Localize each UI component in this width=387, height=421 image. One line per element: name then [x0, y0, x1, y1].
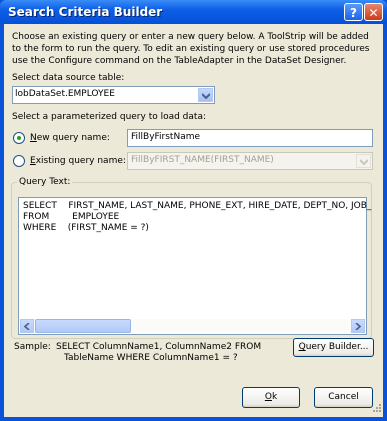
new-query-name-value: FillByFirstName — [131, 132, 201, 142]
ok-label: k — [271, 392, 278, 402]
query-line-2: FROM EMPLOYEE — [23, 212, 120, 222]
data-source-combo[interactable]: lobDataSet.EMPLOYEE — [12, 86, 215, 104]
query-builder-label: uery Builder... — [305, 342, 369, 352]
description-text: Choose an existing query or enter a new … — [12, 32, 370, 66]
help-icon[interactable]: ? — [344, 3, 363, 21]
resize-grip-icon[interactable] — [371, 402, 382, 416]
arrow-right-icon[interactable] — [351, 319, 365, 333]
query-builder-button[interactable]: Query Builder... — [293, 338, 374, 357]
data-source-label: Select data source table: — [12, 73, 125, 83]
chevron-down-icon[interactable] — [356, 154, 371, 168]
query-text-label: Query Text: — [17, 177, 73, 187]
new-query-label: New query name: — [30, 133, 110, 143]
query-line-1: SELECT FIRST_NAME, LAST_NAME, PHONE_EXT,… — [23, 201, 372, 211]
existing-query-value: FillByFIRST_NAME(FIRST_NAME) — [131, 155, 274, 165]
existing-query-radio[interactable] — [13, 155, 25, 167]
ok-button[interactable]: Ok — [242, 387, 300, 408]
arrow-left-icon[interactable] — [20, 319, 34, 333]
cancel-button[interactable]: Cancel — [314, 387, 373, 408]
new-query-label-mnemonic: N — [30, 133, 37, 143]
data-source-value: lobDataSet.EMPLOYEE — [15, 89, 115, 99]
query-builder-mnemonic: Q — [298, 342, 306, 352]
query-text-group: Query Text: SELECT FIRST_NAME, LAST_NAME… — [11, 177, 372, 339]
query-section-label: Select a parameterized query to load dat… — [12, 112, 206, 122]
existing-query-label-text: xisting query name: — [35, 156, 126, 166]
query-line-3: WHERE (FIRST_NAME = ?) — [23, 223, 149, 233]
ok-mnemonic: O — [264, 392, 272, 402]
existing-query-label: Existing query name: — [30, 156, 126, 166]
scrollbar-thumb[interactable] — [35, 319, 131, 333]
close-icon[interactable]: ✕ — [364, 3, 383, 21]
new-query-label-text: ew query name: — [36, 133, 110, 143]
title-bar[interactable]: Search Criteria Builder ? ✕ — [0, 0, 387, 24]
search-criteria-builder-window: Search Criteria Builder ? ✕ Choose an ex… — [0, 0, 387, 421]
existing-query-combo[interactable]: FillByFIRST_NAME(FIRST_NAME) — [127, 152, 373, 170]
query-text-editor[interactable]: SELECT FIRST_NAME, LAST_NAME, PHONE_EXT,… — [18, 197, 371, 335]
horizontal-scrollbar[interactable] — [20, 319, 365, 333]
sample-label: Sample: — [14, 342, 51, 352]
new-query-name-input[interactable]: FillByFirstName — [127, 129, 373, 147]
new-query-radio[interactable] — [13, 132, 25, 144]
sample-line-2: TableName WHERE ColumnName1 = ? — [64, 353, 238, 363]
chevron-down-icon[interactable] — [198, 88, 213, 102]
window-title: Search Criteria Builder — [8, 5, 163, 19]
dialog-client-area: Choose an existing query or enter a new … — [4, 24, 383, 417]
sample-line-1: SELECT ColumnName1, ColumnName2 FROM — [56, 342, 262, 352]
